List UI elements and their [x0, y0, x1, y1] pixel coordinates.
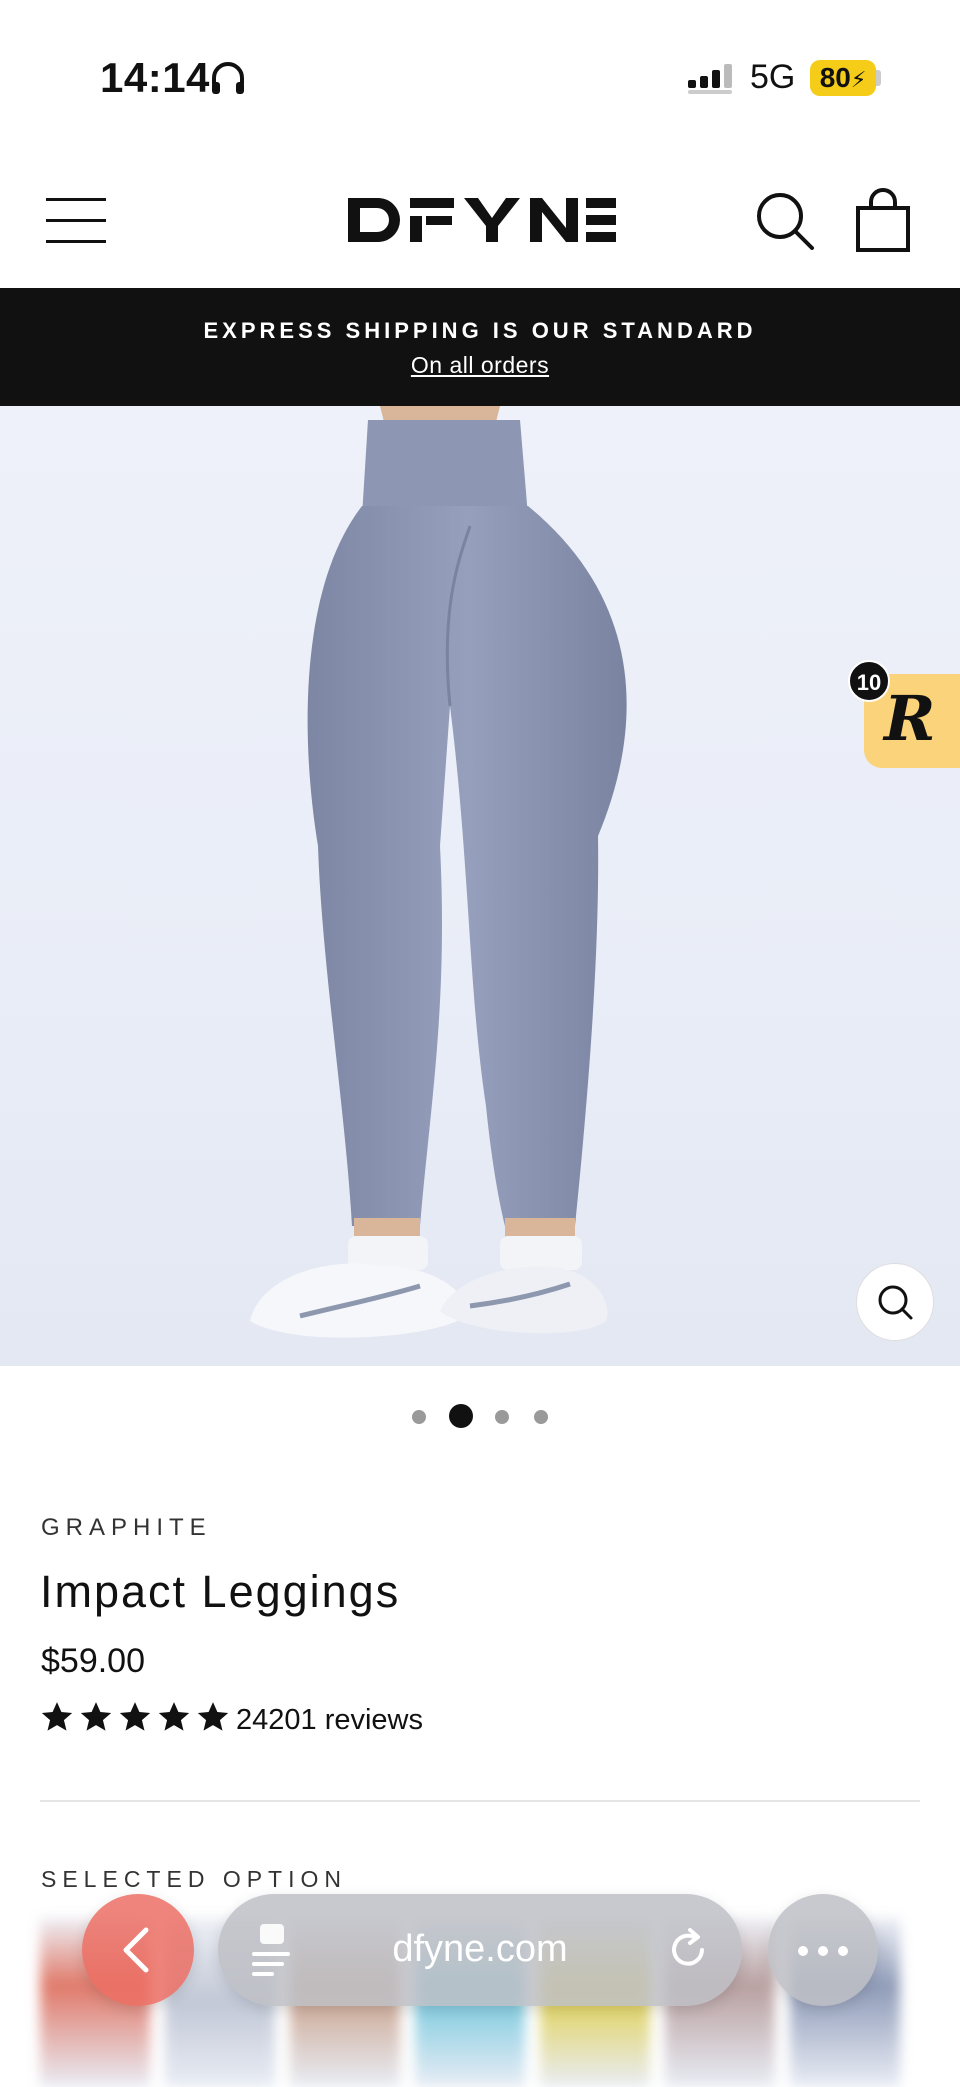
section-divider — [40, 1800, 920, 1802]
reload-icon[interactable] — [664, 1926, 712, 1974]
star-icon — [158, 1702, 190, 1731]
shopping-bag-icon[interactable] — [854, 188, 914, 254]
brand-logo[interactable] — [340, 184, 620, 256]
more-dot — [818, 1946, 828, 1956]
carousel-dot-active[interactable] — [449, 1404, 473, 1428]
battery-indicator: 80⚡ — [810, 60, 876, 96]
more-dot — [798, 1946, 808, 1956]
carousel-dots — [0, 1402, 960, 1432]
announcement-title: EXPRESS SHIPPING IS OUR STANDARD — [203, 318, 757, 343]
chevron-left-icon — [123, 1927, 149, 1973]
rewards-letter: R — [884, 682, 936, 755]
carousel-dot[interactable] — [495, 1410, 509, 1424]
star-icon — [80, 1702, 112, 1731]
zoom-button[interactable] — [856, 1263, 934, 1341]
carousel-dot[interactable] — [412, 1410, 426, 1424]
battery-level: 80 — [819, 62, 851, 93]
star-icon — [197, 1702, 229, 1731]
rewards-count-badge: 10 — [848, 660, 890, 702]
network-type: 5G — [750, 58, 796, 96]
battery-tip — [876, 70, 881, 86]
star-icon — [41, 1702, 73, 1731]
product-variant: GRAPHITE — [41, 1514, 212, 1541]
announcement-bar: EXPRESS SHIPPING IS OUR STANDARD On all … — [0, 288, 960, 406]
product-price: $59.00 — [41, 1642, 145, 1680]
reviews-count-link[interactable]: 24201 reviews — [236, 1704, 423, 1737]
carousel-dot[interactable] — [534, 1410, 548, 1424]
site-header — [0, 150, 960, 398]
search-icon[interactable] — [754, 190, 816, 252]
signal-icon — [688, 64, 732, 94]
browser-more-button[interactable] — [768, 1894, 878, 2006]
product-image[interactable] — [0, 406, 960, 1366]
status-bar: 14:14 5G 80⚡ — [0, 0, 960, 150]
status-time: 14:14 — [100, 54, 210, 101]
star-icon — [119, 1702, 151, 1731]
headphones-icon — [212, 62, 244, 94]
hamburger-menu-icon[interactable] — [46, 198, 106, 244]
browser-url-bar[interactable]: dfyne.com — [218, 1894, 742, 2006]
product-title: Impact Leggings — [40, 1566, 401, 1617]
announcement-link[interactable]: On all orders — [0, 352, 960, 379]
selected-option-label: SELECTED OPTION — [41, 1866, 347, 1892]
product-photo — [250, 406, 627, 1338]
browser-back-button[interactable] — [82, 1894, 194, 2006]
more-dot — [838, 1946, 848, 1956]
zoom-icon — [878, 1285, 913, 1320]
